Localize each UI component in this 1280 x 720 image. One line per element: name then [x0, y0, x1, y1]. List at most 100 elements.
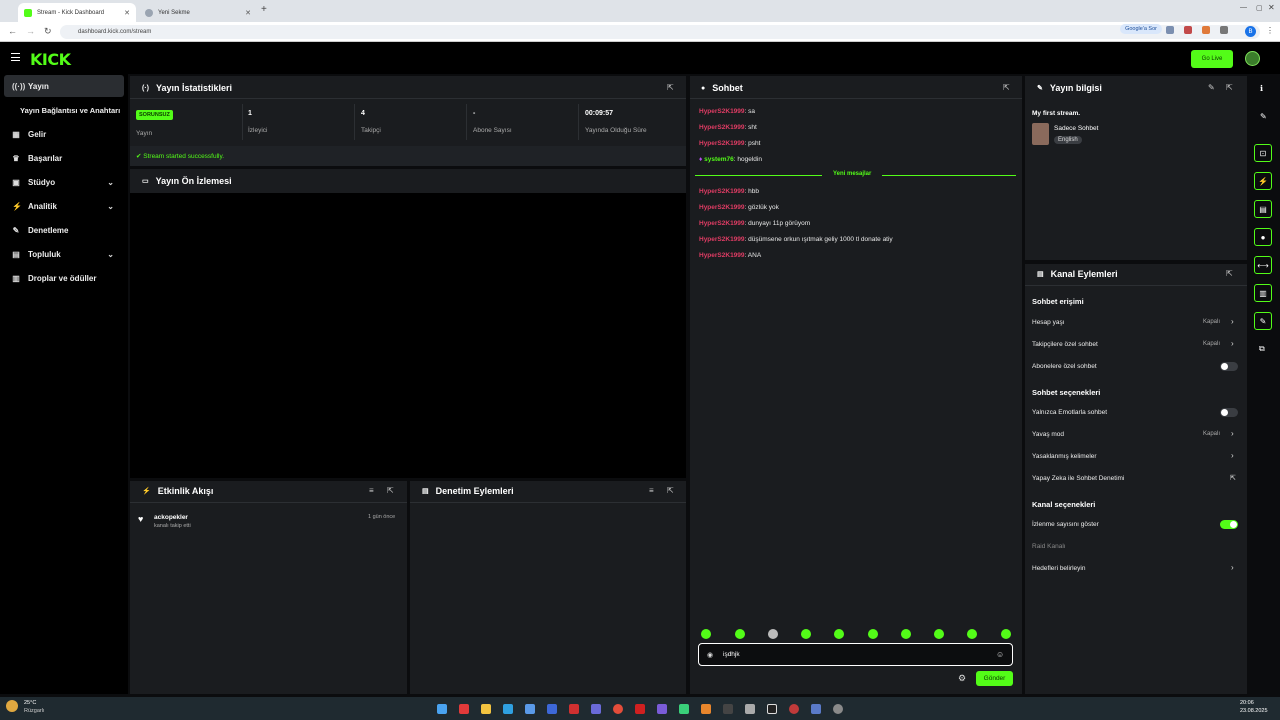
rail-stats-icon[interactable]: ⊡	[1254, 144, 1272, 162]
chevron-right-icon[interactable]: ›	[1231, 317, 1234, 326]
chat-username[interactable]: HyperS2K1999	[699, 140, 745, 147]
chat-username[interactable]: HyperS2K1999	[699, 188, 745, 195]
edit-pencil-icon[interactable]: ✎	[1260, 112, 1267, 121]
sidebar-item-gelir[interactable]: ▦ Gelir	[4, 123, 124, 145]
ai-moderation-label[interactable]: Yapay Zeka ile Sohbet Denetimi	[1032, 475, 1124, 482]
file-explorer-icon[interactable]	[481, 704, 491, 714]
youtube-icon[interactable]	[459, 704, 469, 714]
chat-username[interactable]: HyperS2K1999	[699, 204, 745, 211]
hamburger-menu-icon[interactable]	[11, 53, 20, 61]
send-button[interactable]: Gönder	[976, 671, 1013, 686]
emote-icon[interactable]	[735, 629, 745, 639]
settings-gear-icon[interactable]	[833, 704, 843, 714]
app-icon[interactable]	[547, 704, 557, 714]
chat-settings-gear-icon[interactable]: ⚙	[958, 673, 966, 684]
app-icon[interactable]	[723, 704, 733, 714]
banned-words-label[interactable]: Yasaklanmış kelimeler	[1032, 453, 1097, 460]
rail-broadcast-icon[interactable]: ⟷	[1254, 256, 1272, 274]
emote-icon[interactable]	[868, 629, 878, 639]
forward-icon[interactable]: →	[26, 26, 35, 36]
browser-tab-kick[interactable]: Stream - Kick Dashboard ✕	[18, 3, 136, 22]
rail-lightning-icon[interactable]: ⚡	[1254, 172, 1272, 190]
filter-icon[interactable]: ≡	[649, 486, 654, 495]
reload-icon[interactable]: ↻	[44, 26, 52, 37]
chat-username[interactable]: HyperS2K1999	[699, 220, 745, 227]
edge-icon[interactable]	[503, 704, 513, 714]
chat-username[interactable]: system76	[704, 156, 734, 163]
sidebar-item-topluluk[interactable]: ▤ Topluluk ⌄	[4, 243, 124, 265]
info-icon[interactable]: ℹ	[1260, 84, 1263, 93]
filter-icon[interactable]: ≡	[369, 486, 374, 495]
sidebar-item-droplar[interactable]: ▥ Droplar ve ödüller	[4, 267, 124, 289]
close-tab-icon[interactable]: ✕	[124, 9, 130, 17]
popout-icon[interactable]: ⇱	[667, 486, 674, 495]
emote-icon[interactable]	[768, 629, 778, 639]
rail-clipboard-icon[interactable]: ▤	[1254, 200, 1272, 218]
emoji-icon[interactable]: ☺	[996, 650, 1004, 659]
goals-label[interactable]: Hedefleri belirleyin	[1032, 565, 1085, 572]
category-name[interactable]: Sadece Sohbet	[1054, 125, 1098, 132]
popout-icon[interactable]: ⇱	[1226, 83, 1233, 92]
back-icon[interactable]: ←	[8, 26, 17, 36]
show-viewers-toggle[interactable]	[1220, 520, 1238, 529]
app-icon[interactable]	[745, 704, 755, 714]
app-icon[interactable]	[811, 704, 821, 714]
emote-icon[interactable]	[701, 629, 711, 639]
sidebar-item-analitik[interactable]: ⚡ Analitik ⌄	[4, 195, 124, 217]
app-icon[interactable]	[767, 704, 777, 714]
app-icon[interactable]	[657, 704, 667, 714]
emotes-only-toggle[interactable]	[1220, 408, 1238, 417]
profile-avatar[interactable]: B	[1245, 26, 1256, 37]
sidebar-item-basarilar[interactable]: ♛ Başarılar	[4, 147, 124, 169]
maximize-icon[interactable]: ▢	[1256, 4, 1263, 12]
popout-icon[interactable]: ⇱	[387, 486, 394, 495]
chevron-right-icon[interactable]: ›	[1231, 563, 1234, 572]
user-avatar[interactable]	[1245, 51, 1260, 66]
chat-username[interactable]: HyperS2K1999	[699, 108, 745, 115]
app-icon[interactable]	[679, 704, 689, 714]
chevron-right-icon[interactable]: ›	[1231, 339, 1234, 348]
browser-tab-new[interactable]: Yeni Sekme ✕	[139, 3, 257, 22]
sidebar-item-denetleme[interactable]: ✎ Denetleme	[4, 219, 124, 241]
layout-icon[interactable]: ⧉	[1259, 344, 1265, 354]
extensions-puzzle-icon[interactable]	[1220, 26, 1228, 34]
clock-time[interactable]: 20:06	[1240, 700, 1254, 706]
edit-pencil-icon[interactable]: ✎	[1208, 83, 1215, 92]
slow-mode-label[interactable]: Yavaş mod	[1032, 431, 1064, 438]
app-icon[interactable]	[635, 704, 645, 714]
chat-username[interactable]: HyperS2K1999	[699, 124, 745, 131]
extension-icon[interactable]	[1202, 26, 1210, 34]
ask-google-chip[interactable]: Google'a Sor	[1120, 24, 1162, 34]
weather-temp[interactable]: 25°C	[24, 700, 36, 706]
sidebar-item-studyo[interactable]: ▣ Stüdyo ⌄	[4, 171, 124, 193]
external-link-icon[interactable]: ⇱	[1230, 474, 1236, 482]
sidebar-item-yayin[interactable]: ((·)) Yayın	[4, 75, 124, 97]
account-age-label[interactable]: Hesap yaşı	[1032, 319, 1065, 326]
emote-icon[interactable]	[801, 629, 811, 639]
chevron-right-icon[interactable]: ›	[1231, 429, 1234, 438]
popout-icon[interactable]: ⇱	[667, 83, 674, 92]
subs-only-toggle[interactable]	[1220, 362, 1238, 371]
app-icon[interactable]	[525, 704, 535, 714]
app-icon[interactable]	[591, 704, 601, 714]
app-icon[interactable]	[701, 704, 711, 714]
app-icon[interactable]	[789, 704, 799, 714]
windows-start-icon[interactable]	[437, 704, 447, 714]
url-field[interactable]: dashboard.kick.com/stream	[60, 25, 1260, 39]
followers-only-label[interactable]: Takipçilere özel sohbet	[1032, 341, 1098, 348]
extension-icon[interactable]	[1184, 26, 1192, 34]
rail-wrench-icon[interactable]: ✎	[1254, 312, 1272, 330]
go-live-button[interactable]: Go Live	[1191, 50, 1233, 68]
stream-preview-video[interactable]	[130, 193, 686, 478]
activity-user[interactable]: ackopekler	[154, 514, 188, 521]
chat-username[interactable]: HyperS2K1999	[699, 252, 745, 259]
app-icon[interactable]	[569, 704, 579, 714]
chrome-icon[interactable]	[613, 704, 623, 714]
rail-chat-icon[interactable]: ●	[1254, 228, 1272, 246]
emote-icon[interactable]	[1001, 629, 1011, 639]
emote-icon[interactable]	[967, 629, 977, 639]
browser-menu-icon[interactable]: ⋮	[1266, 26, 1274, 35]
extension-icon[interactable]	[1166, 26, 1174, 34]
chat-input[interactable]: ◉ işdhjk ☺	[698, 643, 1013, 666]
emote-icon[interactable]	[834, 629, 844, 639]
